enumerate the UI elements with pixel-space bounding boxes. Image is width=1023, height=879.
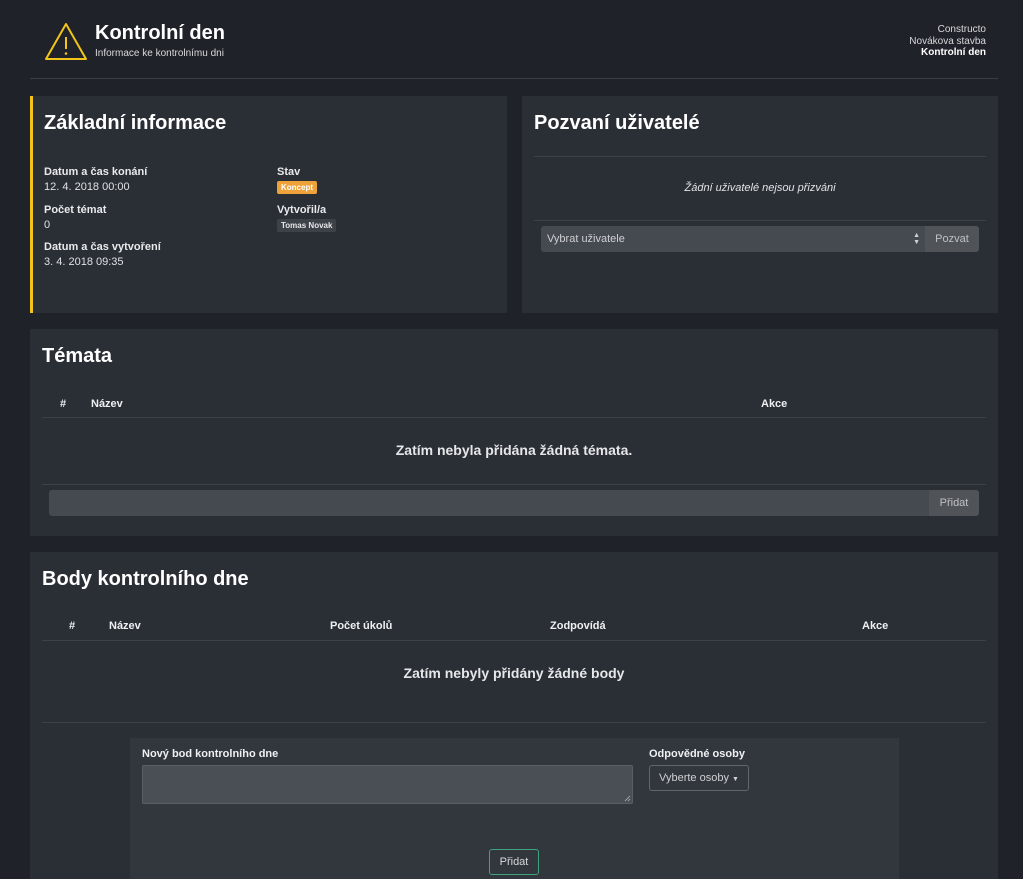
invited-users-panel: Pozvaní uživatelé Žádní uživatelé nejsou… xyxy=(522,96,998,313)
select-arrows-icon: ▲ ▼ xyxy=(913,232,920,246)
points-col-tasks: Počet úkolů xyxy=(330,620,393,632)
points-empty-message: Zatím nebyly přidány žádné body xyxy=(403,665,625,681)
topics-panel: Témata # Název Akce Zatím nebyla přidána… xyxy=(30,329,998,536)
invite-button[interactable]: Pozvat xyxy=(925,226,979,252)
breadcrumb-item-current: Kontrolní den xyxy=(921,47,986,58)
author-badge: Tomas Novak xyxy=(277,219,337,232)
divider xyxy=(42,722,986,723)
topics-count-value: 0 xyxy=(44,219,51,231)
status-badge: Koncept xyxy=(277,181,317,194)
divider xyxy=(42,640,986,641)
points-col-number: # xyxy=(69,620,76,632)
topics-empty-message: Zatím nebyla přidána žádná témata. xyxy=(395,442,633,458)
breadcrumb-item-app[interactable]: Constructo xyxy=(909,24,986,36)
resize-handle-icon[interactable] xyxy=(624,795,631,802)
author-label: Vytvořil/a xyxy=(277,204,327,216)
new-point-label: Nový bod kontrolního dne xyxy=(142,748,279,760)
responsible-dropdown[interactable]: Vyberte osoby ▼ xyxy=(649,765,749,791)
new-topic-input[interactable] xyxy=(49,490,930,516)
points-col-actions: Akce xyxy=(862,620,889,632)
new-point-form: Nový bod kontrolního dne Odpovědné osoby… xyxy=(130,738,899,879)
event-date-value: 12. 4. 2018 00:00 xyxy=(44,181,130,193)
breadcrumb: Constructo Novákova stavba Kontrolní den xyxy=(909,24,986,59)
responsible-label: Odpovědné osoby xyxy=(649,748,745,760)
caret-down-icon: ▼ xyxy=(732,776,739,783)
created-date-label: Datum a čas vytvoření xyxy=(44,241,161,253)
points-panel: Body kontrolního dne # Název Počet úkolů… xyxy=(30,552,998,879)
basic-info-title: Základní informace xyxy=(44,112,227,134)
status-label: Stav xyxy=(277,166,301,178)
topics-col-name: Název xyxy=(91,398,123,410)
page-title: Kontrolní den xyxy=(95,22,225,44)
page-header: Kontrolní den Informace ke kontrolnímu d… xyxy=(30,0,998,79)
divider xyxy=(42,417,986,418)
divider xyxy=(42,484,986,485)
basic-info-panel: Základní informace Datum a čas konání 12… xyxy=(30,96,507,313)
user-select[interactable]: Vybrat uživatele ▲ ▼ xyxy=(541,226,926,252)
page-subtitle: Informace ke kontrolnímu dni xyxy=(95,48,224,59)
points-col-name: Název xyxy=(109,620,141,632)
invited-users-title: Pozvaní uživatelé xyxy=(534,112,700,134)
user-select-placeholder: Vybrat uživatele xyxy=(547,233,625,245)
add-topic-button[interactable]: Přidat xyxy=(929,490,979,516)
topics-title: Témata xyxy=(42,345,113,367)
topics-count-label: Počet témat xyxy=(44,204,107,216)
responsible-dropdown-label: Vyberte osoby xyxy=(659,772,729,784)
created-date-value: 3. 4. 2018 09:35 xyxy=(44,256,124,268)
add-point-button[interactable]: Přidat xyxy=(489,849,539,875)
new-point-textarea[interactable] xyxy=(142,765,633,804)
breadcrumb-item-project[interactable]: Novákova stavba xyxy=(909,36,986,48)
invited-empty-message: Žádní uživatelé nejsou přizváni xyxy=(684,182,836,194)
divider xyxy=(534,220,986,221)
points-col-responsible: Zodpovídá xyxy=(550,620,606,632)
event-date-label: Datum a čas konání xyxy=(44,166,148,178)
topics-col-actions: Akce xyxy=(761,398,788,410)
points-title: Body kontrolního dne xyxy=(42,568,249,590)
warning-icon xyxy=(45,23,87,60)
topics-col-number: # xyxy=(60,398,67,410)
divider xyxy=(534,156,986,157)
